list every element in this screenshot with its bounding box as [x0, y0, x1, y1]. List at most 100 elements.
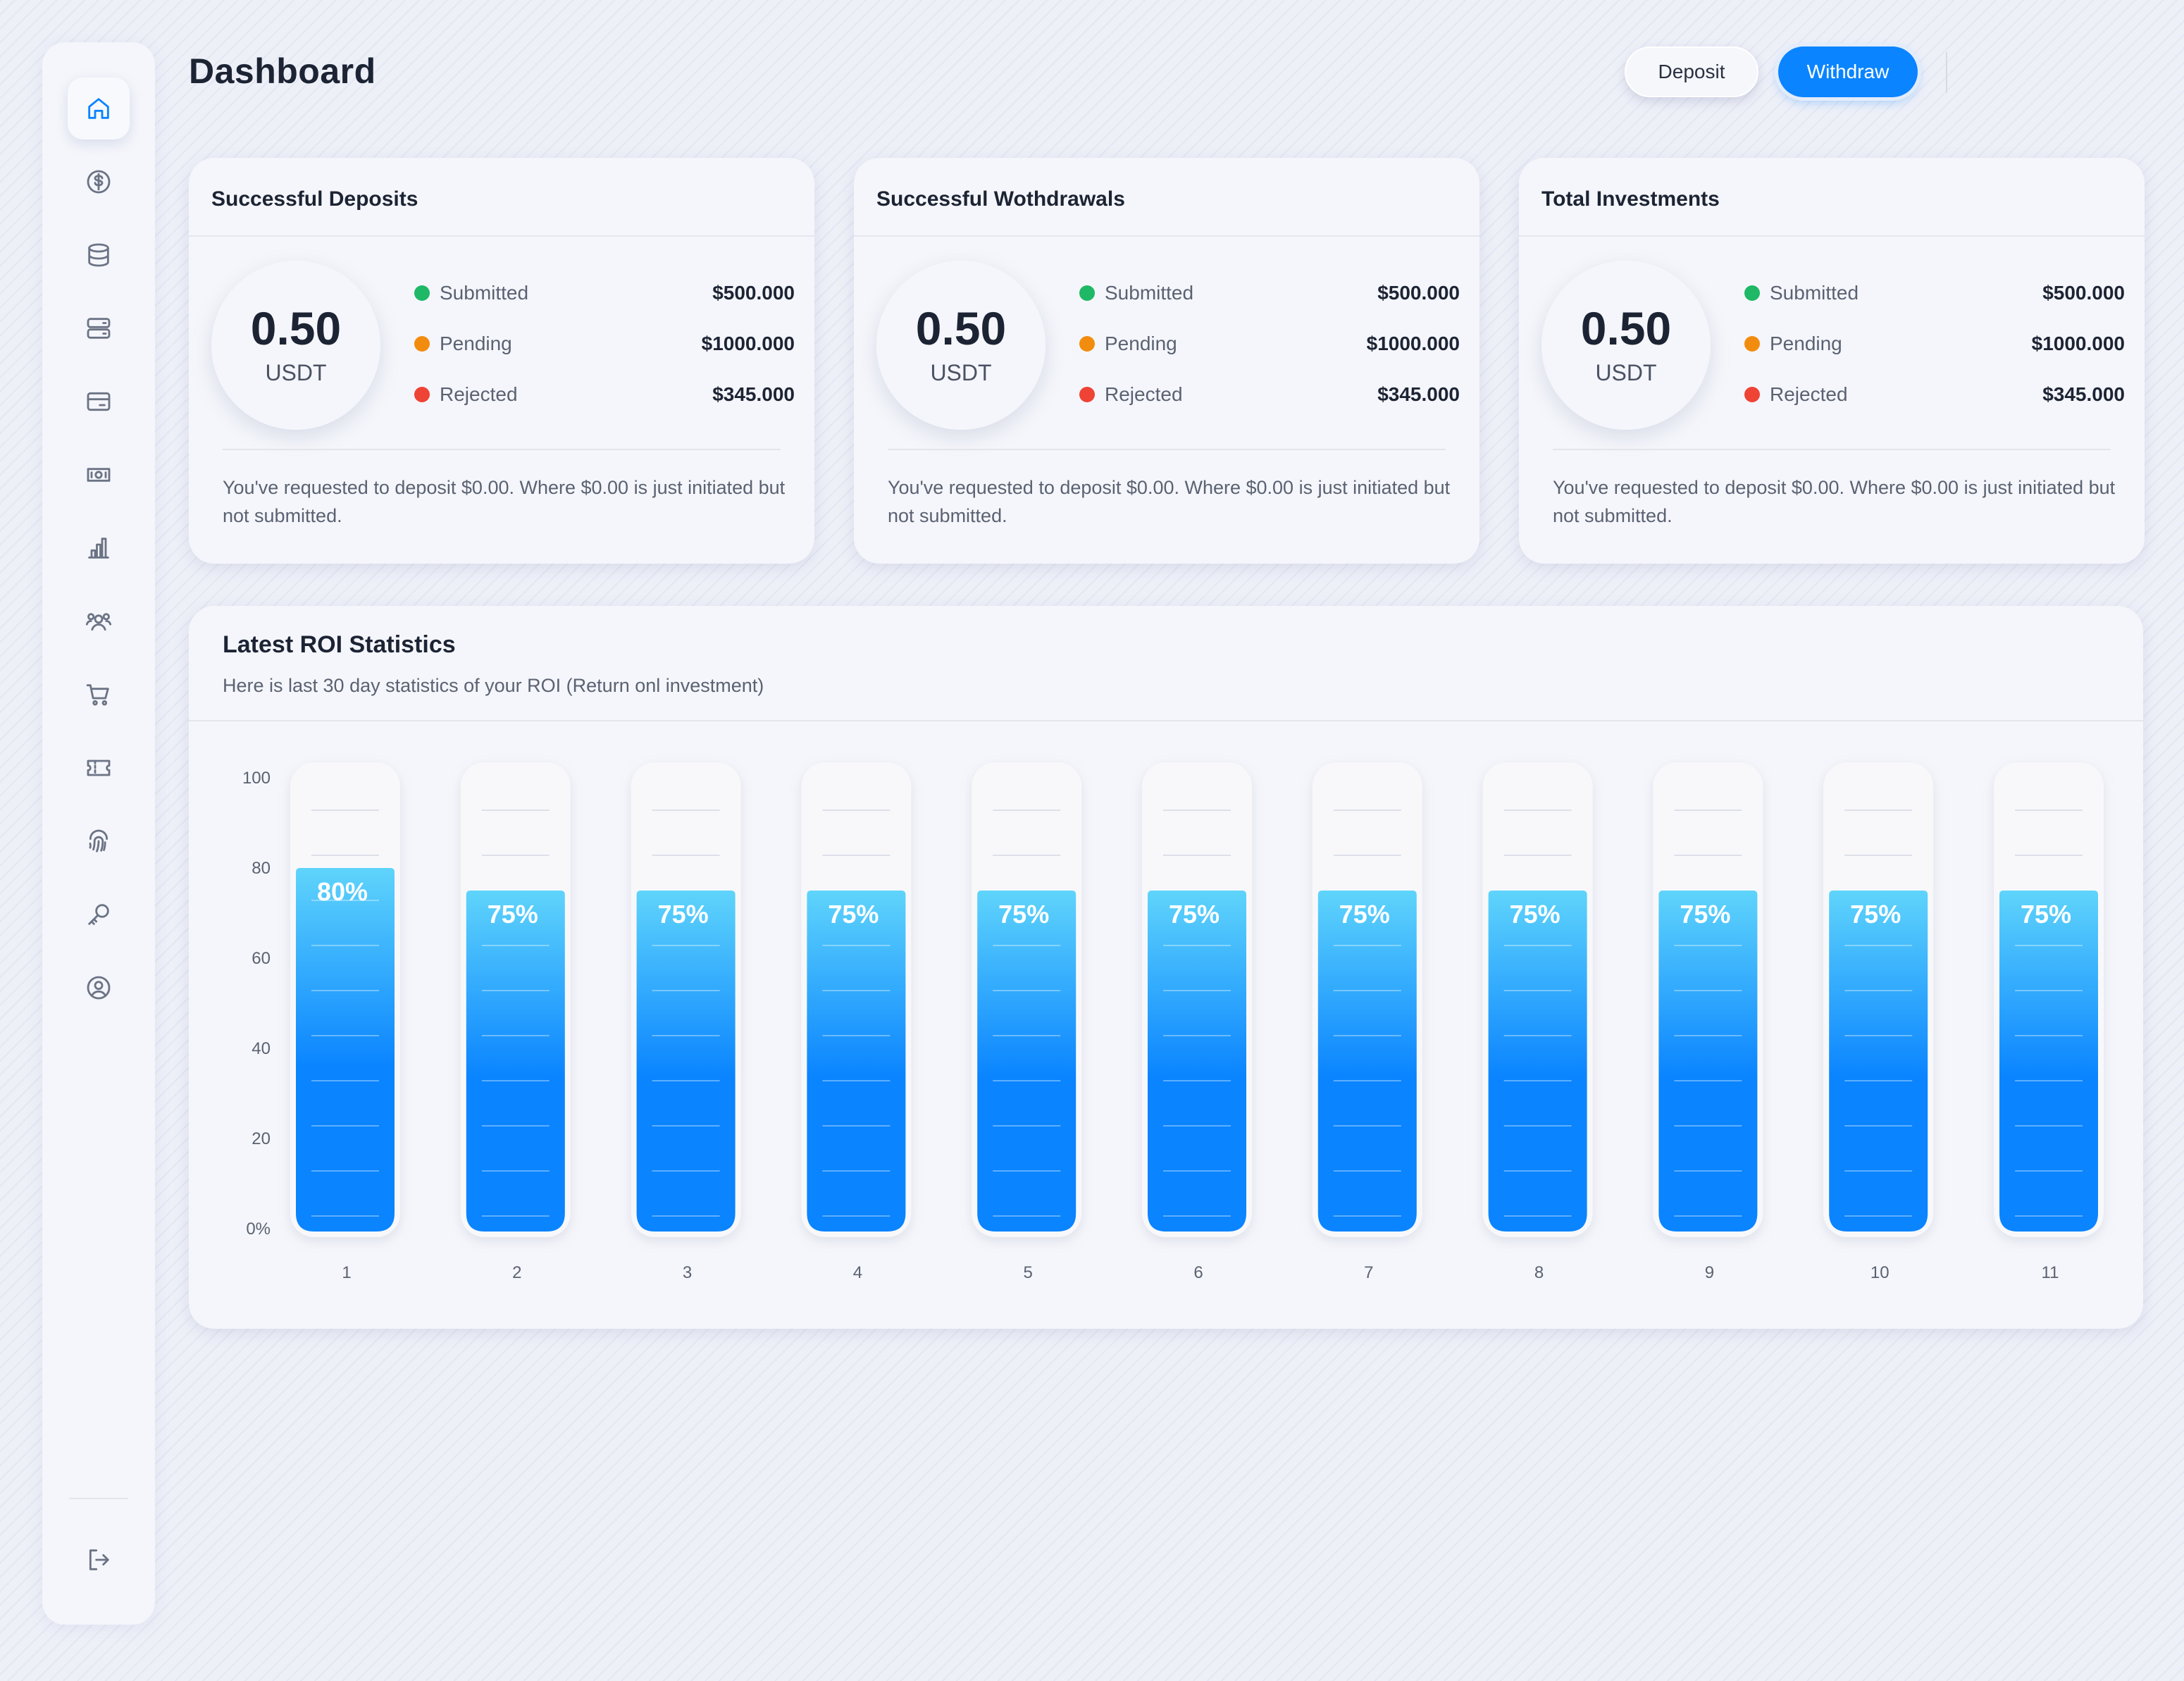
card-header-divider	[1519, 235, 2145, 237]
y-tick-label: 80	[252, 859, 271, 878]
server-icon[interactable]	[68, 297, 130, 359]
deposits-card: Successful Deposits 0.50 USDT Submitted …	[189, 158, 814, 564]
credit-card-icon[interactable]	[68, 371, 130, 433]
card-note: You've requested to deposit $0.00. Where…	[223, 477, 786, 526]
balance-gauge: 0.50 USDT	[1541, 261, 1711, 430]
dollar-circle-icon[interactable]	[68, 151, 130, 213]
bar-value-label: 75%	[1850, 900, 1901, 929]
roi-bar	[466, 891, 565, 1232]
x-tick-label: 4	[853, 1263, 862, 1282]
y-tick-label: 60	[252, 949, 271, 968]
roi-bar	[1658, 891, 1758, 1232]
roi-bar	[977, 891, 1077, 1232]
status-dot	[1079, 336, 1095, 352]
sidebar	[42, 42, 155, 1625]
stat-label: Rejected	[1105, 383, 1183, 405]
x-tick-label: 10	[1870, 1263, 1890, 1282]
key-icon[interactable]	[68, 883, 130, 945]
stat-value: $500.000	[1377, 282, 1460, 304]
card-header-divider	[854, 235, 1479, 237]
deposit-button[interactable]: Deposit	[1625, 46, 1758, 97]
users-icon[interactable]	[68, 590, 130, 652]
ticket-icon[interactable]	[68, 737, 130, 799]
card-divider	[223, 449, 781, 450]
roi-statistics-panel: Latest ROI Statistics Here is last 30 da…	[189, 606, 2143, 1329]
fingerprint-icon[interactable]	[68, 810, 130, 872]
bar-value-label: 75%	[1339, 900, 1390, 929]
x-tick-label: 7	[1364, 1263, 1373, 1282]
stat-row-submitted: Submitted $500.000	[1079, 279, 1460, 307]
bar-value-label: 75%	[488, 900, 538, 929]
stat-label: Submitted	[440, 282, 529, 304]
stat-value: $1000.000	[2031, 333, 2125, 354]
status-dot	[414, 285, 430, 301]
investments-card: Total Investments 0.50 USDT Submitted $5…	[1519, 158, 2145, 564]
stat-label: Pending	[1770, 333, 1842, 354]
stat-value: $1000.000	[701, 333, 795, 354]
gauge-unit: USDT	[265, 359, 327, 385]
x-tick-label: 11	[2042, 1263, 2059, 1282]
user-circle-icon[interactable]	[68, 957, 130, 1019]
roi-bar	[296, 868, 395, 1232]
stat-label: Submitted	[1770, 282, 1859, 304]
stat-row-rejected: Rejected $345.000	[1744, 380, 2125, 409]
header-divider	[1946, 52, 1947, 93]
stat-value: $345.000	[712, 383, 795, 405]
stat-label: Submitted	[1105, 282, 1194, 304]
stat-row-submitted: Submitted $500.000	[1744, 279, 2125, 307]
roi-bar	[1999, 891, 2098, 1232]
roi-bar	[807, 891, 906, 1232]
stat-value: $500.000	[2042, 282, 2125, 304]
status-dot	[1079, 387, 1095, 402]
stat-row-rejected: Rejected $345.000	[1079, 380, 1460, 409]
gauge-value: 0.50	[1580, 302, 1672, 354]
bar-value-label: 80%	[317, 877, 368, 906]
x-tick-label: 8	[1534, 1263, 1544, 1282]
bar-value-label: 75%	[1680, 900, 1730, 929]
bar-chart-icon[interactable]	[68, 517, 130, 579]
roi-bar	[1829, 891, 1928, 1232]
stat-row-pending: Pending $1000.000	[1744, 330, 2125, 358]
status-dot	[1744, 336, 1760, 352]
status-dot	[414, 387, 430, 402]
page-title: Dashboard	[189, 51, 376, 91]
bar-value-label: 75%	[1510, 900, 1561, 929]
x-tick-label: 6	[1193, 1263, 1203, 1282]
balance-gauge: 0.50 USDT	[211, 261, 380, 430]
stat-value: $1000.000	[1366, 333, 1460, 354]
y-tick-label: 0%	[246, 1220, 271, 1239]
x-tick-label: 9	[1705, 1263, 1714, 1282]
stat-value: $345.000	[1377, 383, 1460, 405]
home-icon[interactable]	[68, 77, 130, 139]
cart-icon[interactable]	[68, 664, 130, 726]
stat-row-pending: Pending $1000.000	[1079, 330, 1460, 358]
roi-bar-chart: 0% 20 40 60 80 100 80% 1 75% 2 75% 3 75% 4 75% 5 75% 6 75%…	[242, 762, 2104, 1282]
status-dot	[1744, 387, 1760, 402]
card-note: You've requested to deposit $0.00. Where…	[1553, 477, 2116, 526]
bar-value-label: 75%	[658, 900, 709, 929]
stat-row-pending: Pending $1000.000	[414, 330, 795, 358]
y-tick-label: 100	[242, 769, 271, 788]
stat-value: $345.000	[2042, 383, 2125, 405]
roi-bar	[636, 891, 736, 1232]
balance-gauge: 0.50 USDT	[876, 261, 1046, 430]
logout-icon[interactable]	[68, 1529, 130, 1591]
bar-value-label: 75%	[828, 900, 879, 929]
database-icon[interactable]	[68, 224, 130, 286]
stat-row-rejected: Rejected $345.000	[414, 380, 795, 409]
status-dot	[1079, 285, 1095, 301]
stat-label: Rejected	[1770, 383, 1848, 405]
card-divider	[1553, 449, 2111, 450]
gauge-unit: USDT	[930, 359, 992, 385]
banknote-icon[interactable]	[68, 444, 130, 506]
gauge-value: 0.50	[915, 302, 1007, 354]
bar-value-label: 75%	[998, 900, 1049, 929]
stat-label: Pending	[1105, 333, 1177, 354]
gauge-unit: USDT	[1595, 359, 1657, 385]
roi-bar	[1488, 891, 1587, 1232]
roi-bar	[1148, 891, 1246, 1232]
x-tick-label: 2	[512, 1263, 521, 1282]
withdraw-button[interactable]: Withdraw	[1778, 46, 1918, 97]
x-tick-label: 1	[342, 1263, 351, 1282]
stat-row-submitted: Submitted $500.000	[414, 279, 795, 307]
